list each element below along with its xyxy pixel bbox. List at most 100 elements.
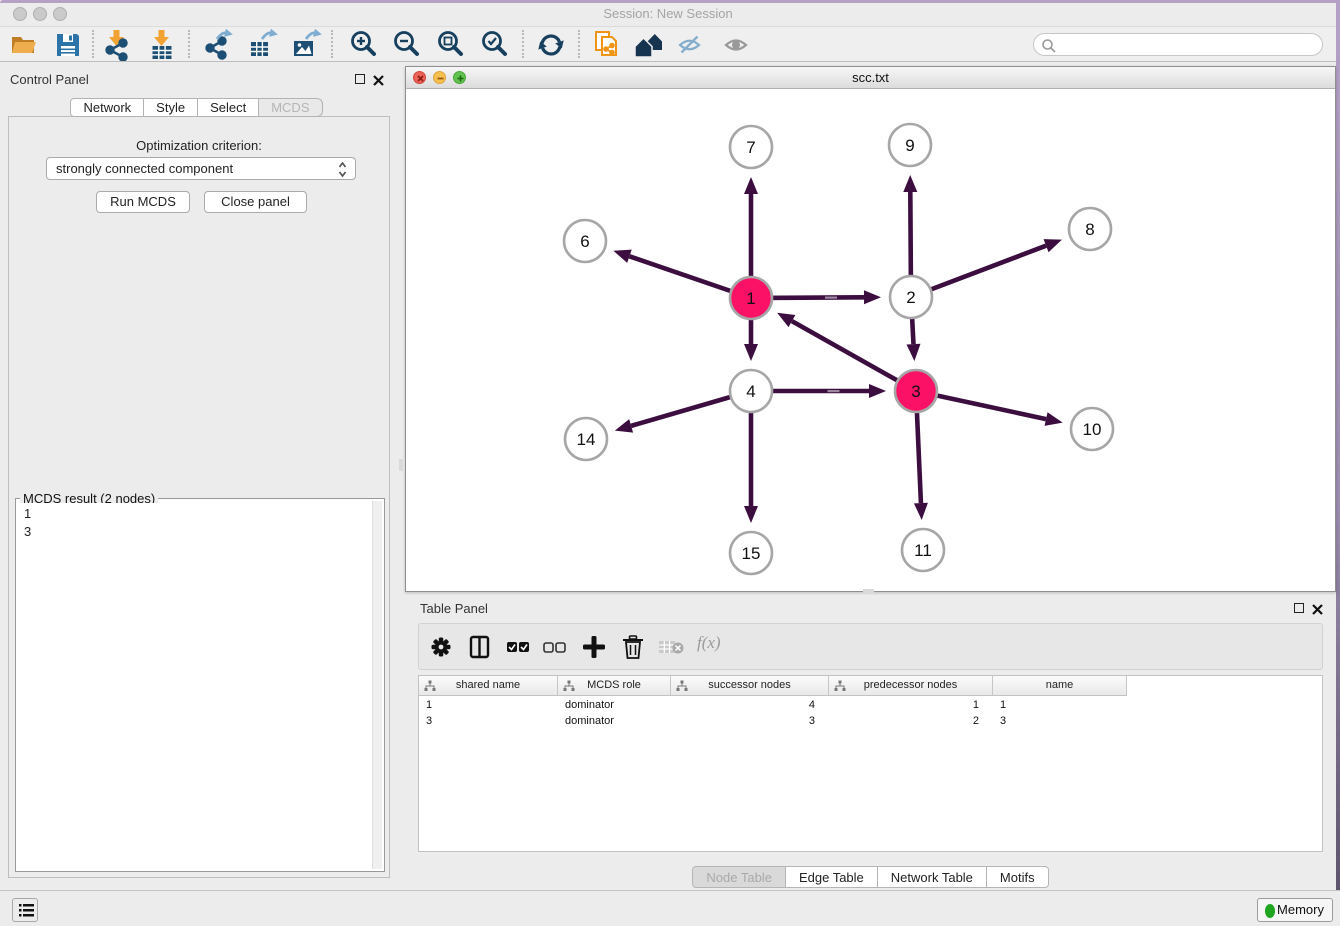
optimization-label: Optimization criterion:: [9, 138, 389, 153]
close-panel-icon[interactable]: [1312, 603, 1323, 614]
column-header-shared-name[interactable]: shared name: [419, 676, 558, 696]
clone-network-icon[interactable]: [590, 29, 622, 61]
node-label-11: 11: [914, 541, 932, 560]
close-panel-button[interactable]: Close panel: [204, 191, 307, 213]
window-zoom-button[interactable]: [53, 7, 67, 21]
edge-arrow: [615, 419, 633, 432]
cell[interactable]: 3: [419, 713, 558, 729]
deselect-all-icon[interactable]: [543, 640, 567, 657]
optimization-select[interactable]: strongly connected component: [46, 157, 356, 180]
node-label-15: 15: [742, 544, 761, 563]
task-history-button[interactable]: [12, 898, 38, 922]
net-minimize-button[interactable]: [433, 71, 446, 84]
add-icon[interactable]: [582, 635, 606, 662]
network-view[interactable]: 7968124314101511: [406, 89, 1335, 591]
mcds-result-list[interactable]: 1 3: [19, 503, 370, 868]
column-header-name[interactable]: name: [993, 676, 1127, 696]
mcds-result-group: MCDS result (2 nodes) 1 3: [15, 498, 385, 872]
node-label-4: 4: [746, 382, 755, 401]
zoom-in-icon[interactable]: [348, 29, 380, 61]
delete-icon[interactable]: [622, 635, 644, 662]
table-row-2[interactable]: 3dominator323: [419, 713, 1127, 729]
search-input[interactable]: [1033, 33, 1323, 56]
edge-arrow: [907, 344, 921, 361]
tab-style[interactable]: Style: [144, 98, 198, 117]
select-all-icon[interactable]: [507, 640, 531, 657]
home-networks-icon[interactable]: [633, 29, 665, 61]
splitter-handle[interactable]: [399, 459, 403, 471]
float-panel-icon[interactable]: [1294, 603, 1304, 613]
edge-arrow: [864, 290, 881, 304]
cell[interactable]: 1: [829, 697, 993, 713]
tab-mcds[interactable]: MCDS: [259, 98, 322, 117]
window-title: Session: New Session: [0, 3, 1336, 25]
show-eye-icon[interactable]: [722, 29, 754, 61]
cell[interactable]: 1: [993, 697, 1127, 713]
import-table-icon[interactable]: [146, 29, 178, 61]
edge-arrow: [914, 503, 928, 520]
cell[interactable]: dominator: [558, 713, 671, 729]
toolbar-divider: [188, 30, 190, 58]
cell[interactable]: 2: [829, 713, 993, 729]
import-network-icon[interactable]: [101, 29, 133, 61]
title-bar: Session: New Session: [0, 3, 1336, 26]
export-image-icon[interactable]: [290, 29, 322, 61]
cell[interactable]: 3: [993, 713, 1127, 729]
node-label-8: 8: [1085, 220, 1094, 239]
window-minimize-button[interactable]: [33, 7, 47, 21]
function-builder-icon[interactable]: f(x): [697, 633, 721, 653]
table-toolbar: f(x): [418, 623, 1323, 670]
float-panel-icon[interactable]: [355, 74, 365, 84]
edge-arrow: [744, 177, 758, 194]
splitter-handle[interactable]: [863, 589, 874, 593]
cell[interactable]: 1: [419, 697, 558, 713]
export-network-icon[interactable]: [202, 29, 234, 61]
column-header-predecessor-nodes[interactable]: predecessor nodes: [829, 676, 993, 696]
tab-network-table[interactable]: Network Table: [878, 866, 987, 888]
zoom-out-icon[interactable]: [391, 29, 423, 61]
node-label-2: 2: [906, 288, 915, 307]
node-label-3: 3: [911, 382, 920, 401]
tab-motifs[interactable]: Motifs: [987, 866, 1049, 888]
export-table-icon[interactable]: [246, 29, 278, 61]
net-zoom-button[interactable]: [453, 71, 466, 84]
control-panel-tabs: NetworkStyleSelectMCDS: [0, 98, 393, 117]
result-scrollbar[interactable]: [372, 501, 382, 869]
save-session-icon[interactable]: [52, 29, 84, 61]
tab-edge-table[interactable]: Edge Table: [786, 866, 878, 888]
column-type-icon: [676, 680, 688, 692]
column-header-successor-nodes[interactable]: successor nodes: [671, 676, 829, 696]
cell[interactable]: dominator: [558, 697, 671, 713]
toolbar-divider: [331, 30, 333, 58]
node-label-6: 6: [580, 232, 589, 251]
edge-label-mark: [828, 390, 840, 392]
search-icon: [1041, 38, 1057, 54]
tab-select[interactable]: Select: [198, 98, 259, 117]
refresh-icon[interactable]: [535, 29, 567, 61]
memory-button[interactable]: Memory: [1257, 898, 1333, 922]
tab-node-table[interactable]: Node Table: [692, 866, 786, 888]
table-settings-icon[interactable]: [429, 635, 453, 662]
column-header-MCDS-role[interactable]: MCDS role: [558, 676, 671, 696]
show-columns-icon[interactable]: [469, 635, 491, 662]
select-arrows-icon: [338, 161, 347, 177]
open-session-icon[interactable]: [8, 29, 40, 61]
cell[interactable]: 3: [671, 713, 829, 729]
tab-network[interactable]: Network: [70, 98, 144, 117]
delete-column-icon[interactable]: [659, 639, 685, 658]
table-panel: Table Panel f(x) shared nameMCDS rolesuc…: [405, 595, 1336, 890]
cell[interactable]: 4: [671, 697, 829, 713]
network-window-titlebar[interactable]: scc.txt: [406, 67, 1335, 89]
net-close-button[interactable]: [413, 71, 426, 84]
close-panel-icon[interactable]: [373, 74, 384, 85]
network-window-title: scc.txt: [406, 67, 1335, 88]
hide-eye-icon[interactable]: [676, 29, 708, 61]
zoom-selected-icon[interactable]: [479, 29, 511, 61]
edge-label-mark: [825, 297, 837, 299]
run-mcds-button[interactable]: Run MCDS: [96, 191, 190, 213]
window-close-button[interactable]: [13, 7, 27, 21]
node-label-14: 14: [577, 430, 596, 449]
node-label-9: 9: [905, 136, 914, 155]
zoom-fit-icon[interactable]: [435, 29, 467, 61]
table-row-1[interactable]: 1dominator411: [419, 697, 1127, 713]
